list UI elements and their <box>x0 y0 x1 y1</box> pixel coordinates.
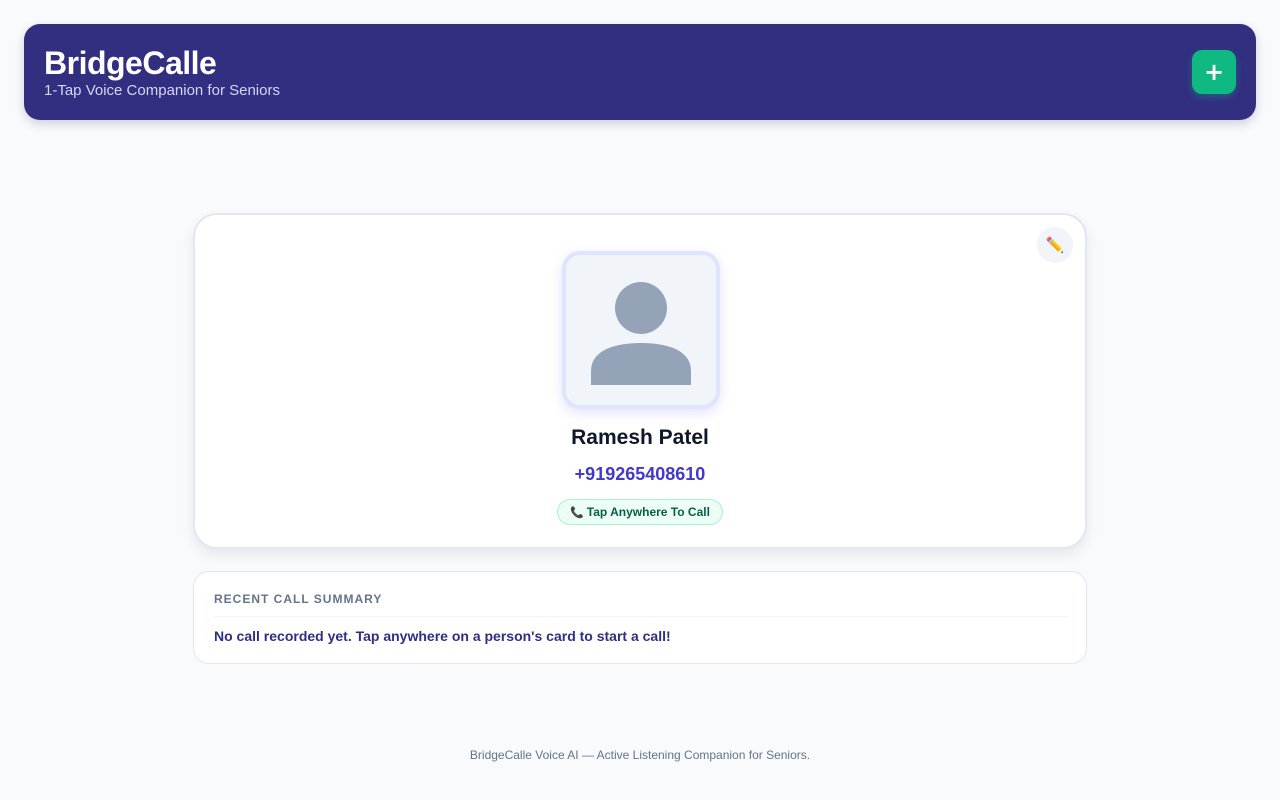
page-footer: BridgeCalle Voice AI — Active Listening … <box>469 748 811 762</box>
app-header: BridgeCalle 1-Tap Voice Companion for Se… <box>24 24 1256 120</box>
summary-text: No call recorded yet. Tap anywhere on a … <box>214 628 671 644</box>
summary-heading: RECENT CALL SUMMARY <box>214 592 383 606</box>
call-badge-row: 📞 Tap Anywhere To Call <box>195 499 1085 525</box>
contact-card[interactable]: ✏️ Ramesh Patel +919265408610 📞 Tap Anywh… <box>193 213 1087 549</box>
user-silhouette-icon <box>591 282 691 385</box>
app-subtitle: 1-Tap Voice Companion for Seniors <box>44 82 280 99</box>
add-contact-button[interactable]: + <box>1192 50 1236 94</box>
telephone-icon: 📞 <box>570 506 584 519</box>
tap-to-call-badge[interactable]: 📞 Tap Anywhere To Call <box>557 499 723 525</box>
app-title: BridgeCalle <box>44 45 217 81</box>
summary-divider <box>214 616 1068 617</box>
contact-name: Ramesh Patel <box>571 426 709 449</box>
tap-to-call-label: Tap Anywhere To Call <box>586 505 710 519</box>
pencil-icon: ✏️ <box>1045 236 1065 254</box>
recent-call-summary: RECENT CALL SUMMARY No call recorded yet… <box>193 571 1087 664</box>
avatar <box>562 251 720 409</box>
contact-phone: +919265408610 <box>574 464 706 484</box>
edit-contact-button[interactable]: ✏️ <box>1037 227 1073 263</box>
